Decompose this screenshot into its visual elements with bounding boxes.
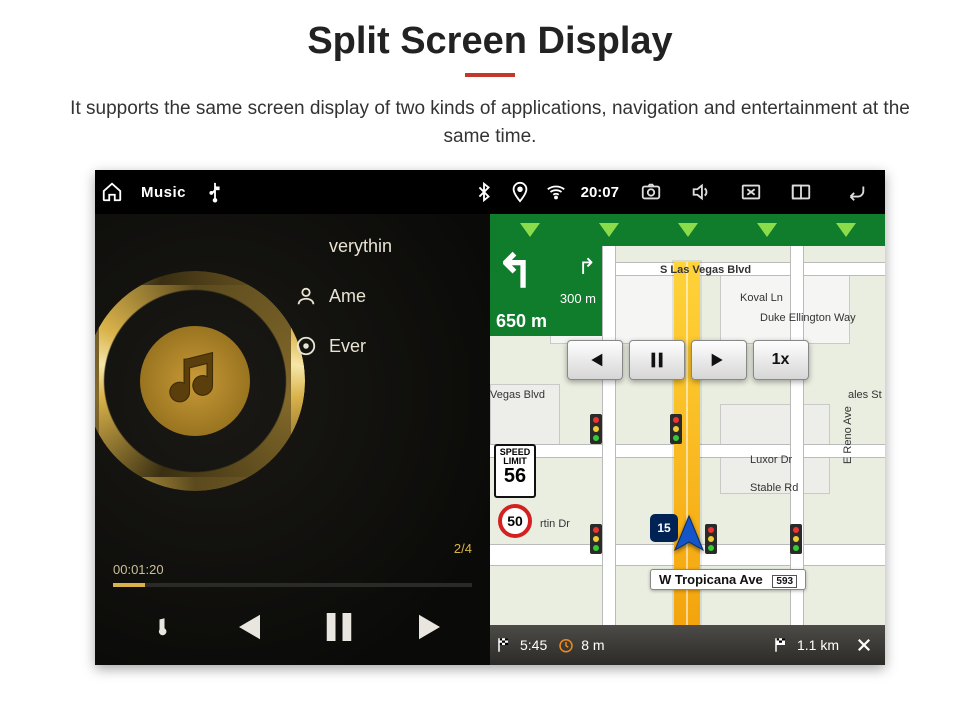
page-title: Split Screen Display	[0, 20, 980, 63]
head-unit-screen: Music 20:07	[95, 170, 885, 665]
artist-name: Ame	[329, 286, 366, 307]
current-speed: 50	[498, 504, 532, 538]
current-street-pill: W Tropicana Ave 593	[650, 569, 806, 590]
turn-instruction: ↰ ↱ 300 m 650 m	[490, 246, 602, 336]
demo-pause-button[interactable]	[629, 340, 685, 380]
turn-distance-primary: 650 m	[496, 311, 547, 331]
street-label: Duke Ellington Way	[760, 312, 856, 324]
route-demo-controls: 1x	[490, 340, 885, 380]
progress-bar[interactable]	[113, 583, 472, 587]
song-title-row: verythin	[295, 236, 392, 257]
turn-right-small-icon: ↱	[578, 254, 596, 280]
split-screen-icon[interactable]	[783, 177, 819, 207]
map-block	[720, 274, 850, 344]
flag-icon	[496, 636, 514, 654]
playlist-button[interactable]	[126, 601, 178, 653]
navigation-pane[interactable]: 15 ↰ ↱ 300 m 650 m	[490, 214, 885, 665]
album-name: Ever	[329, 336, 366, 357]
disc-icon	[295, 335, 317, 357]
back-icon[interactable]	[833, 177, 879, 207]
speed-limit-sign: SPEED LIMIT 56	[494, 444, 536, 498]
volume-icon[interactable]	[683, 177, 719, 207]
street-label: Luxor Dr	[750, 454, 792, 466]
lane-arrow-icon	[757, 223, 777, 237]
music-pane: verythin Ame Ever 2/4 00:01:20	[95, 214, 490, 665]
map-road	[602, 246, 616, 625]
demo-next-button[interactable]	[691, 340, 747, 380]
pause-button[interactable]	[313, 601, 365, 653]
close-app-icon[interactable]	[733, 177, 769, 207]
street-label: S Las Vegas Blvd	[660, 264, 751, 276]
traffic-light-icon	[590, 524, 602, 554]
home-icon[interactable]	[101, 181, 123, 203]
time-remaining: 8 m	[557, 636, 604, 654]
clock-icon	[557, 636, 575, 654]
flag-icon	[773, 636, 791, 654]
street-label: Stable Rd	[750, 482, 798, 494]
demo-speed-button[interactable]: 1x	[753, 340, 809, 380]
vehicle-position-icon	[669, 514, 709, 559]
lane-arrow-icon	[836, 223, 856, 237]
lane-arrow-icon	[520, 223, 540, 237]
eta: 5:45	[496, 636, 547, 654]
location-icon	[509, 181, 531, 203]
music-note-icon	[140, 326, 250, 436]
street-label: rtin Dr	[540, 518, 570, 530]
screenshot-icon[interactable]	[633, 177, 669, 207]
bluetooth-icon	[473, 181, 495, 203]
lane-guidance-bar	[490, 214, 885, 246]
page-subtitle: It supports the same screen display of t…	[55, 95, 925, 150]
artist-row: Ame	[295, 285, 392, 307]
street-label: E Reno Ave	[842, 406, 854, 464]
distance-remaining: 1.1 km	[773, 636, 839, 654]
lane-arrow-icon	[678, 223, 698, 237]
street-label: Koval Ln	[740, 292, 783, 304]
album-art-disc	[95, 271, 305, 491]
person-icon	[295, 285, 317, 307]
song-title: verythin	[329, 236, 392, 257]
lane-arrow-icon	[599, 223, 619, 237]
demo-prev-button[interactable]	[567, 340, 623, 380]
previous-button[interactable]	[220, 601, 272, 653]
track-counter: 2/4	[454, 541, 472, 556]
status-bar: Music 20:07	[95, 170, 885, 214]
wifi-icon	[545, 181, 567, 203]
traffic-light-icon	[790, 524, 802, 554]
clock: 20:07	[581, 184, 619, 201]
street-label: Vegas Blvd	[490, 389, 545, 401]
nav-bottom-bar: 5:45 8 m 1.1 km	[490, 625, 885, 665]
title-underline	[465, 73, 515, 77]
app-title: Music	[141, 184, 186, 201]
traffic-light-icon	[590, 414, 602, 444]
close-nav-button[interactable]	[849, 630, 879, 660]
elapsed-time: 00:01:20	[113, 562, 164, 577]
usb-icon	[204, 181, 226, 203]
street-label: ales St	[848, 389, 882, 401]
turn-distance-secondary: 300 m	[560, 291, 596, 306]
next-button[interactable]	[407, 601, 459, 653]
traffic-light-icon	[670, 414, 682, 444]
album-row: Ever	[295, 335, 392, 357]
